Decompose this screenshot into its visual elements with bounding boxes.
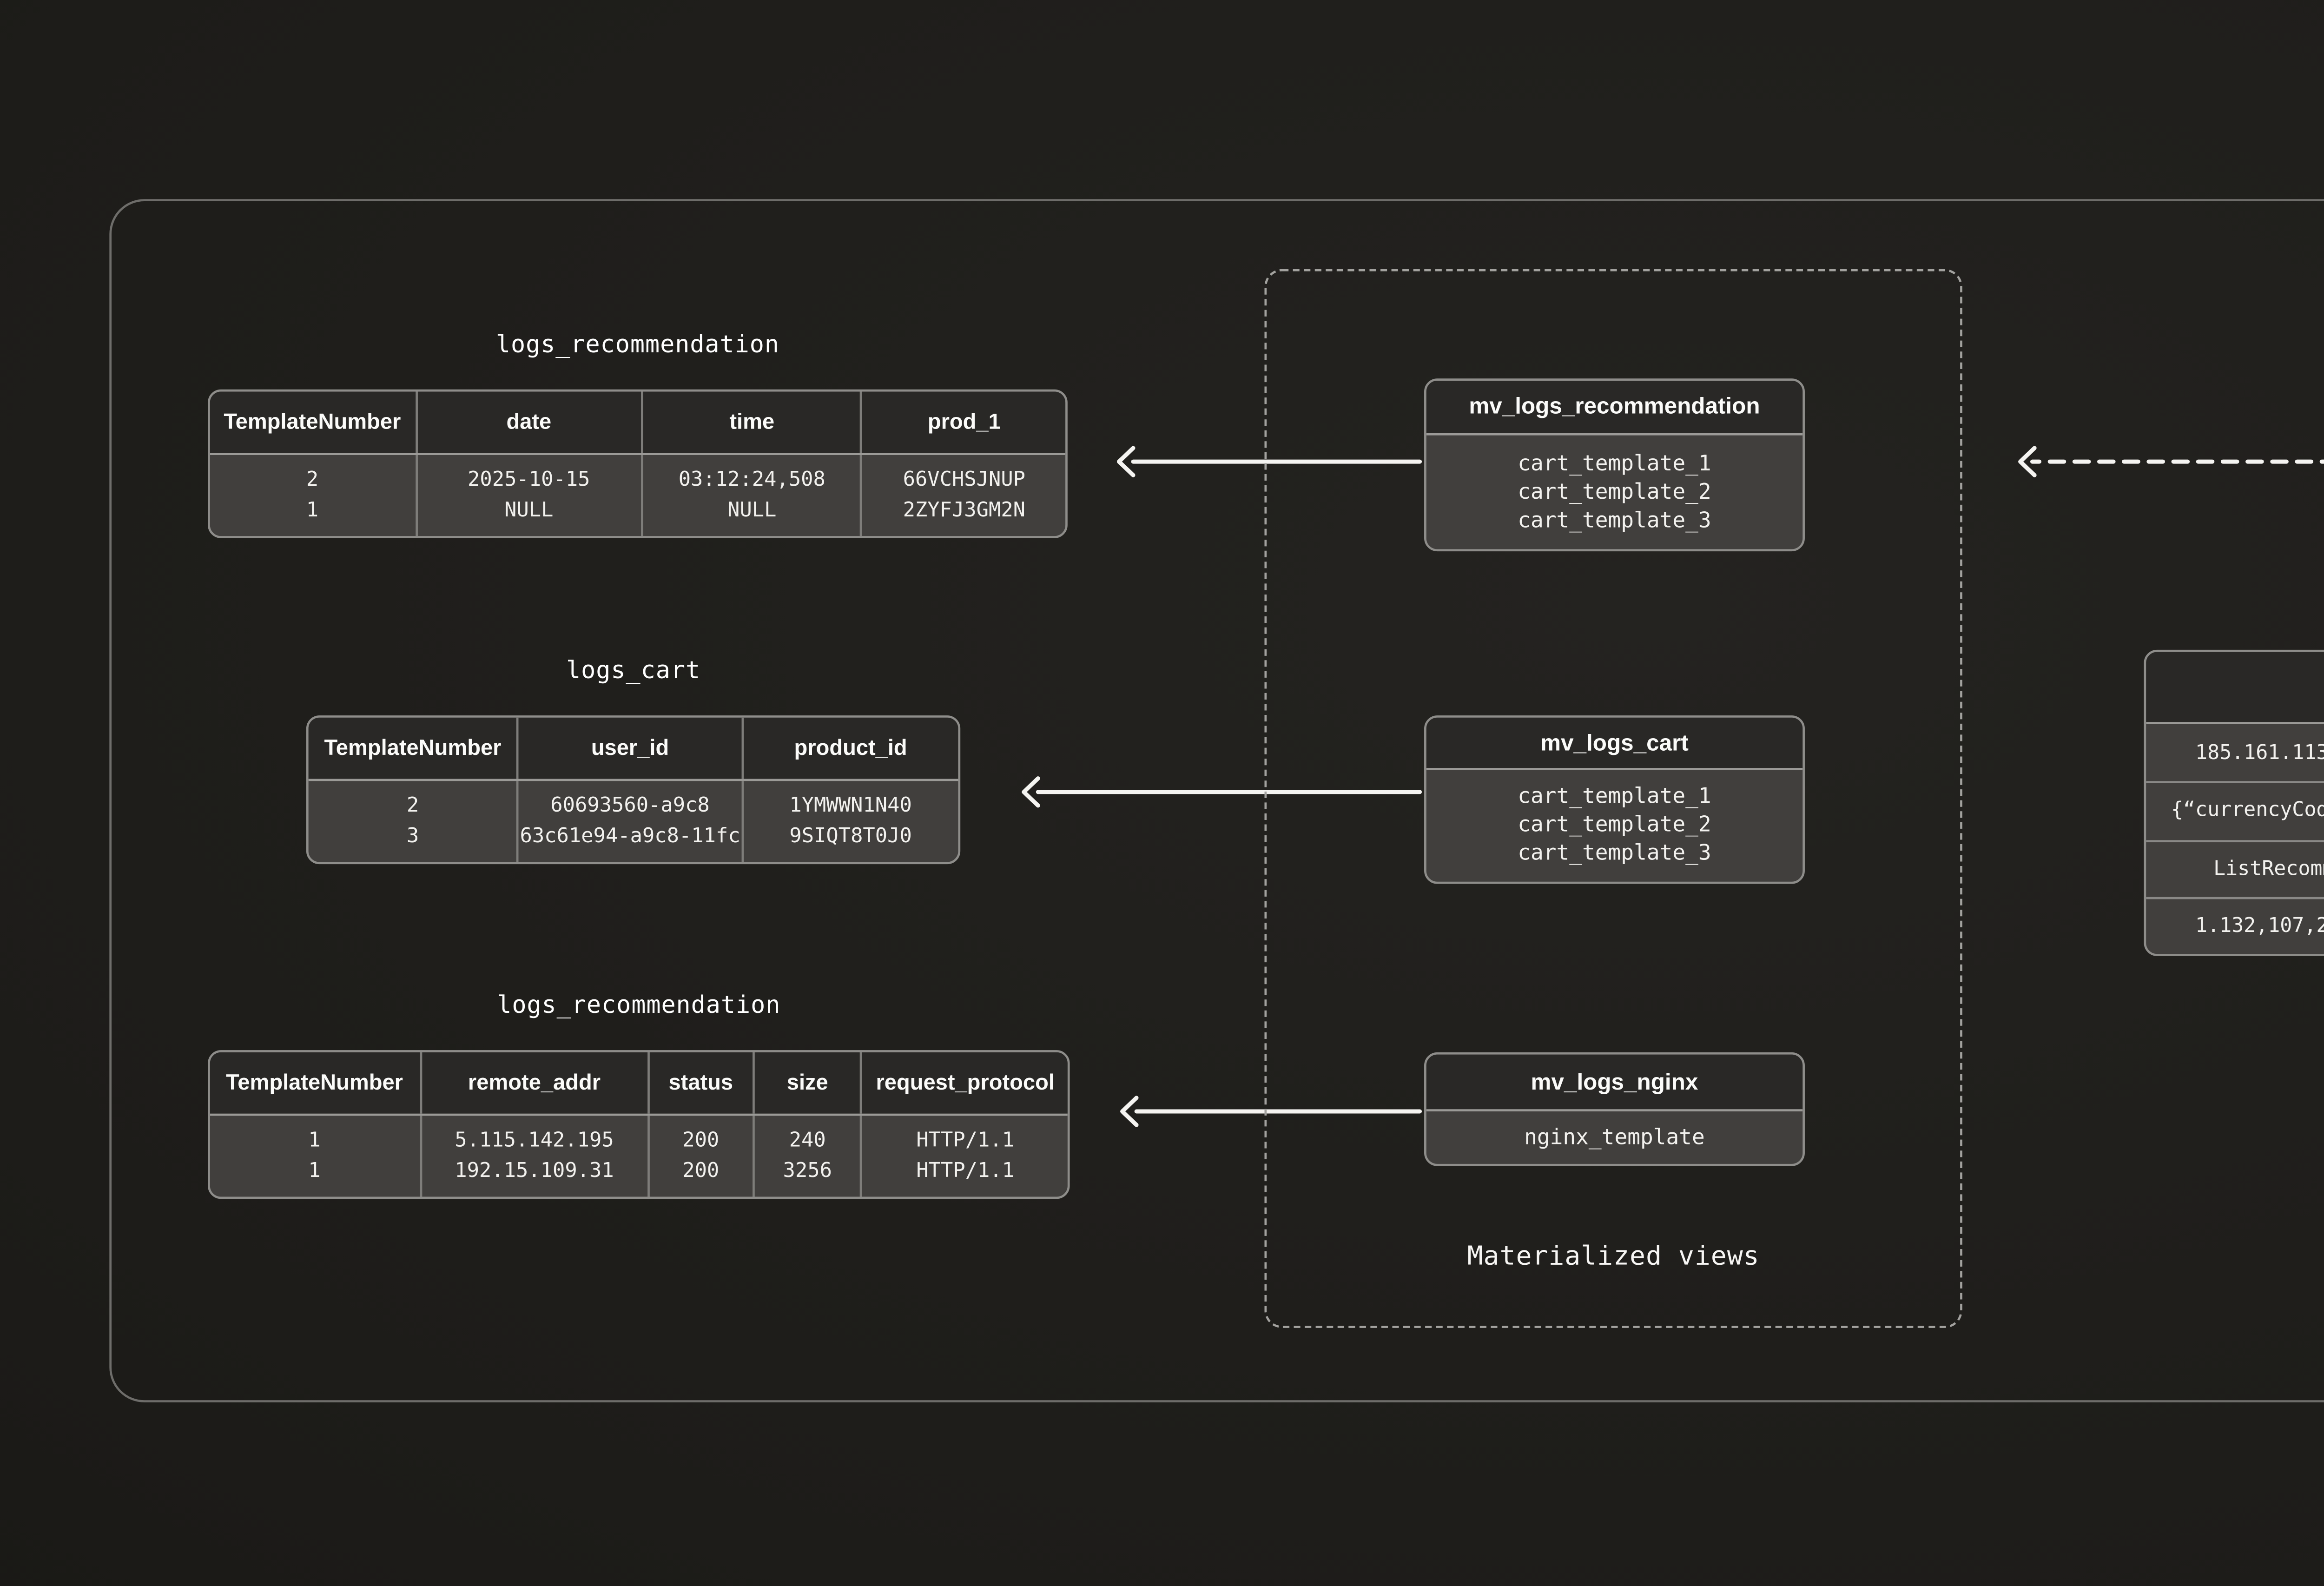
table-row: 185.161.113.50 - - [2019-02-04 23:40:49]… <box>2146 724 2324 782</box>
view-items: nginx_template <box>1426 1111 1803 1164</box>
column-header: request_protocol <box>863 1052 1068 1114</box>
table-body: 2 3 60693560-a9c8 63c61e94-a9c8-11fc 1YM… <box>309 781 958 862</box>
cell: 3256 <box>783 1156 832 1186</box>
column-header: TemplateNumber <box>210 391 417 453</box>
table-block-logs-recommendation-bottom: logs_recommendation TemplateNumber remot… <box>208 991 1070 1199</box>
column-header: time <box>643 391 863 453</box>
cell: 1YMWWN1N40 <box>789 792 911 822</box>
table-logs-recommendation-top: TemplateNumber date time prod_1 2 1 2025… <box>208 390 1068 538</box>
cell: 2 <box>306 466 318 496</box>
cell: NULL <box>727 496 776 525</box>
cell: 2 <box>407 792 419 822</box>
table-header-row: TemplateNumber date time prod_1 <box>210 391 1065 455</box>
table-column-values: 60693560-a9c8 63c61e94-a9c8-11fc <box>519 781 743 862</box>
table-body: 2 1 2025-10-15 NULL 03:12:24,508 NULL 66… <box>210 455 1065 536</box>
cell: 03:12:24,508 <box>679 466 825 496</box>
view-item: cart_template_2 <box>1518 478 1711 506</box>
materialized-views-caption: Materialized views <box>1264 1241 1962 1271</box>
cell-body: 185.161.113.50 - - [2019-02-04 23:40:49]… <box>2146 724 2324 782</box>
table-column-values: 2 1 <box>210 455 417 536</box>
view-title: mv_logs_recommendation <box>1426 381 1803 436</box>
table-block-logs-cart: logs_cart TemplateNumber user_id product… <box>306 656 960 864</box>
table-row: 1.132,107,223 - - [2019-01-25 22:56:26] … <box>2146 897 2324 954</box>
column-header: prod_1 <box>863 391 1065 453</box>
table-row: {“currencyCode “:””,”level”:”info”,”mess… <box>2146 782 2324 839</box>
cell: 2025-10-15 <box>468 466 590 496</box>
table-row: ListRecommendations for product ids:[‘YM… <box>2146 839 2324 897</box>
cell-body: 1.132,107,223 - - [2019-01-25 22:56:26] … <box>2146 899 2324 954</box>
view-items: cart_template_1 cart_template_2 cart_tem… <box>1426 770 1803 882</box>
table-column-values: 200 200 <box>650 1116 754 1196</box>
column-header: Body <box>2146 652 2324 722</box>
column-header: TemplateNumber <box>210 1052 421 1114</box>
table-column-values: 2025-10-15 NULL <box>417 455 643 536</box>
table-column-values: 2 3 <box>309 781 520 862</box>
cell: 192.15.109.31 <box>455 1156 614 1186</box>
view-items: cart_template_1 cart_template_2 cart_tem… <box>1426 436 1803 549</box>
cell: NULL <box>504 496 553 525</box>
cell: 1 <box>306 496 318 525</box>
cell: HTTP/1.1 <box>916 1127 1014 1156</box>
column-header: TemplateNumber <box>309 718 520 779</box>
table-column-values: 1YMWWN1N40 9SIQT8T0J0 <box>743 781 958 862</box>
cell: 66VCHSJNUP <box>903 466 1025 496</box>
table-title: logs_recommendation <box>208 330 1068 361</box>
table-header-row: Body ServiceName <box>2146 652 2324 724</box>
cell: 200 <box>682 1127 719 1156</box>
view-item: cart_template_1 <box>1518 783 1711 812</box>
view-item: cart_template_1 <box>1518 449 1711 478</box>
cell: 1 <box>308 1127 320 1156</box>
table-block-logs-recommendation-top: logs_recommendation TemplateNumber date … <box>208 330 1068 538</box>
cell: 2ZYFJ3GM2N <box>903 496 1025 525</box>
column-header: user_id <box>519 718 743 779</box>
cell: 240 <box>789 1127 826 1156</box>
view-item: cart_template_2 <box>1518 812 1711 840</box>
cell: 63c61e94-a9c8-11fc <box>520 821 740 851</box>
cell-body: ListRecommendations for product ids:[‘YM… <box>2146 841 2324 897</box>
cell: 1 <box>308 1156 320 1186</box>
cell: 3 <box>407 821 419 851</box>
view-item: cart_template_3 <box>1518 840 1711 868</box>
column-header: date <box>417 391 643 453</box>
table-block-raw-logs: Body ServiceName 185.161.113.50 - - [201… <box>2144 650 2324 957</box>
view-item: cart_template_3 <box>1518 507 1711 535</box>
table-body: 1 1 5.115.142.195 192.15.109.31 200 200 … <box>210 1116 1068 1196</box>
view-box-mv-logs-nginx: mv_logs_nginx nginx_template <box>1424 1052 1805 1166</box>
column-header: remote_addr <box>421 1052 650 1114</box>
view-title: mv_logs_nginx <box>1426 1055 1803 1111</box>
table-title: logs_recommendation <box>208 991 1070 1022</box>
cell: 9SIQT8T0J0 <box>789 821 911 851</box>
table-body: 185.161.113.50 - - [2019-02-04 23:40:49]… <box>2146 724 2324 954</box>
table-column-values: 240 3256 <box>754 1116 863 1196</box>
cell-body: {“currencyCode “:””,”level”:”info”,”mess… <box>2146 784 2324 839</box>
view-title: mv_logs_cart <box>1426 718 1803 770</box>
cell: HTTP/1.1 <box>916 1156 1014 1186</box>
table-column-values: HTTP/1.1 HTTP/1.1 <box>863 1116 1068 1196</box>
table-column-values: 66VCHSJNUP 2ZYFJ3GM2N <box>863 455 1065 536</box>
table-header-row: TemplateNumber user_id product_id <box>309 718 958 781</box>
table-title: logs_cart <box>306 656 960 687</box>
table-column-values: 1 1 <box>210 1116 421 1196</box>
view-item: nginx_template <box>1524 1123 1705 1152</box>
column-header: size <box>754 1052 863 1114</box>
cell: 5.115.142.195 <box>455 1127 614 1156</box>
column-header: status <box>650 1052 754 1114</box>
view-box-mv-logs-recommendation: mv_logs_recommendation cart_template_1 c… <box>1424 378 1805 551</box>
diagram-canvas: Logs logs_recommendation TemplateNumber <box>0 0 2324 1586</box>
table-logs-cart: TemplateNumber user_id product_id 2 3 60… <box>306 715 960 864</box>
table-column-values: 03:12:24,508 NULL <box>643 455 863 536</box>
table-raw-logs: Body ServiceName 185.161.113.50 - - [201… <box>2144 650 2324 957</box>
column-header: product_id <box>743 718 958 779</box>
cell: 60693560-a9c8 <box>550 792 709 822</box>
table-column-values: 5.115.142.195 192.15.109.31 <box>421 1116 650 1196</box>
cell: 200 <box>682 1156 719 1186</box>
view-box-mv-logs-cart: mv_logs_cart cart_template_1 cart_templa… <box>1424 715 1805 884</box>
table-header-row: TemplateNumber remote_addr status size r… <box>210 1052 1068 1116</box>
table-logs-recommendation-bottom: TemplateNumber remote_addr status size r… <box>208 1050 1070 1199</box>
